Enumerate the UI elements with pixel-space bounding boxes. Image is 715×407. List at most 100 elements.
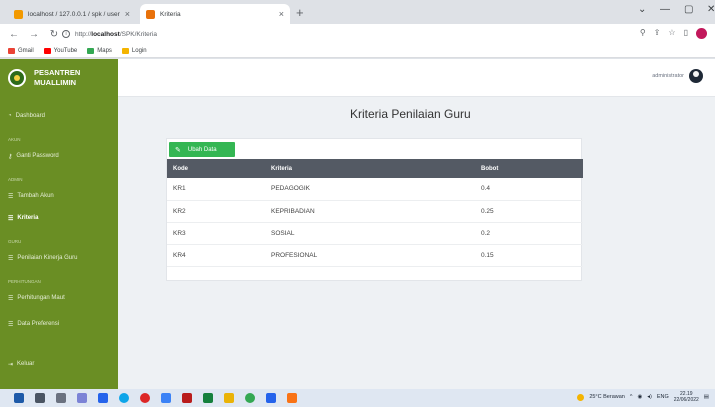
volume-icon[interactable]: ◂) (647, 394, 652, 400)
bookmark-youtube[interactable]: YouTube (43, 47, 77, 54)
system-tray: 25°C Berawan ^ ◉ ◂) ENG 22.19 22/06/2022… (577, 391, 709, 403)
bookmark-maps[interactable]: Maps (87, 47, 112, 54)
weather-icon (577, 393, 585, 401)
tab-title: localhost / 127.0.0.1 / spk / user (28, 10, 120, 18)
sidebar: PESANTREN MUALLIMIN ◔ Dashboard AKUN ⚷ G… (0, 59, 118, 389)
phpmyadmin-icon (14, 9, 23, 19)
language-indicator[interactable]: ENG (657, 394, 669, 400)
sidebar-item-dashboard[interactable]: ◔ Dashboard (0, 105, 118, 127)
sidebar-section-admin: ADMIN (8, 176, 23, 182)
cell-kriteria: PEDAGOGIK (265, 178, 475, 201)
main-content: Kriteria Penilaian Guru ✎ Ubah Data Kode… (118, 97, 715, 389)
cell-kode: KR4 (167, 244, 265, 267)
zoom-icon[interactable]: ⚲ (640, 28, 646, 39)
list-icon: ☰ (8, 193, 14, 200)
bookmark-star-icon[interactable]: ☆ (668, 28, 675, 39)
tab-search-icon[interactable]: ⌄ (638, 4, 646, 15)
minimize-icon[interactable]: — (660, 4, 670, 15)
browser-toolbar: ← → ↻ i http://localhost/SPK/Kriteria ⚲ … (0, 24, 715, 44)
chevron-up-icon[interactable]: ^ (630, 394, 633, 400)
cell-kode: KR1 (167, 178, 265, 201)
bookmark-label: Maps (97, 47, 112, 54)
edit-icon: ✎ (175, 146, 181, 154)
share-icon[interactable]: ⇪ (654, 28, 661, 39)
network-icon[interactable]: ◉ (637, 394, 642, 400)
chrome-icon[interactable] (245, 393, 255, 403)
sidebar-item-label: Keluar (17, 361, 35, 367)
weather-text[interactable]: 25°C Berawan (589, 394, 625, 400)
sidebar-item-label: Perhitungan Maut (17, 295, 65, 301)
tab-title: Kriteria (160, 10, 181, 18)
sidebar-item-tambah-akun[interactable]: ☰ Tambah Akun (0, 185, 118, 207)
sidebar-item-label: Penilaian Kinerja Guru (17, 255, 78, 261)
top-header: administrator (118, 59, 715, 97)
windows-taskbar: 25°C Berawan ^ ◉ ◂) ENG 22.19 22/06/2022… (0, 389, 715, 407)
user-menu[interactable]: administrator (652, 69, 703, 83)
url-protocol: http:// (75, 30, 92, 38)
sidebar-item-label: Kriteria (17, 215, 39, 221)
file-explorer-icon[interactable] (98, 393, 108, 403)
close-window-icon[interactable]: ✕ (707, 4, 715, 15)
column-header-kriteria: Kriteria (265, 159, 475, 178)
folder-icon[interactable] (224, 393, 234, 403)
column-header-bobot: Bobot (475, 159, 583, 178)
sidebar-item-data-preferensi[interactable]: ☰ Data Preferensi (0, 313, 118, 335)
sidebar-section-akun: AKUN (8, 136, 21, 142)
cell-bobot: 0.2 (475, 222, 583, 245)
sidebar-item-ganti-password[interactable]: ⚷ Ganti Password (0, 145, 118, 167)
chat-icon[interactable] (77, 393, 87, 403)
sidebar-item-label: Dashboard (15, 113, 45, 119)
address-bar[interactable]: i http://localhost/SPK/Kriteria (62, 27, 622, 41)
list-icon: ☰ (8, 255, 14, 262)
maximize-icon[interactable]: ▢ (684, 4, 693, 15)
cell-bobot: 0.15 (475, 244, 583, 267)
tab-phpmyadmin[interactable]: localhost / 127.0.0.1 / spk / user × (8, 4, 136, 24)
task-view-icon[interactable] (35, 393, 45, 403)
bookmark-gmail[interactable]: Gmail (8, 47, 34, 54)
url-host: localhost (91, 30, 120, 38)
url-path: /SPK/Kriteria (119, 30, 158, 38)
sidebar-section-perhitungan: PERHITUNGAN (8, 278, 41, 284)
sidebar-item-kriteria[interactable]: ☰ Kriteria (0, 207, 118, 229)
excel-icon[interactable] (203, 393, 213, 403)
cell-kode: KR2 (167, 200, 265, 223)
info-icon[interactable]: i (62, 30, 70, 38)
profile-avatar[interactable] (696, 28, 707, 39)
widgets-icon[interactable] (56, 393, 66, 403)
clock-date: 22/06/2022 (673, 397, 699, 403)
bookmark-login[interactable]: Login (121, 47, 147, 54)
logout-icon: ⇥ (8, 361, 14, 368)
bookmarks-bar: Gmail YouTube Maps Login (0, 44, 715, 58)
sidebar-item-keluar[interactable]: ⇥ Keluar (0, 353, 118, 375)
cell-kriteria: SOSIAL (265, 222, 475, 245)
notification-icon[interactable]: ▤ (704, 394, 709, 400)
close-icon[interactable]: × (125, 9, 130, 19)
gmail-icon (8, 47, 15, 54)
windows-start-icon[interactable] (14, 393, 24, 403)
edit-data-button[interactable]: ✎ Ubah Data (169, 142, 235, 157)
clock[interactable]: 22.19 22/06/2022 (674, 391, 699, 403)
sidebar-item-penilaian[interactable]: ☰ Penilaian Kinerja Guru (0, 247, 118, 269)
store-icon[interactable] (161, 393, 171, 403)
sidebar-item-perhitungan-maut[interactable]: ☰ Perhitungan Maut (0, 287, 118, 309)
edge-icon[interactable] (119, 393, 129, 403)
tab-kriteria[interactable]: Kriteria × (140, 4, 290, 24)
close-icon[interactable]: × (279, 9, 284, 19)
xampp-icon[interactable] (287, 393, 297, 403)
back-icon[interactable]: ← (8, 29, 20, 40)
table-row: KR4 PROFESIONAL 0.15 (167, 244, 583, 267)
bookmark-label: Gmail (18, 47, 34, 54)
word-icon[interactable] (266, 393, 276, 403)
reload-icon[interactable]: ↻ (48, 29, 60, 40)
new-tab-icon[interactable]: + (296, 5, 304, 20)
table-header-row: Kode Kriteria Bobot (167, 159, 583, 178)
mail-icon[interactable] (182, 393, 192, 403)
maps-icon (87, 47, 95, 54)
maps-pin-icon[interactable] (140, 393, 150, 403)
brand-line2: MUALLIMIN (34, 78, 77, 87)
forward-icon[interactable]: → (28, 29, 40, 40)
column-header-kode: Kode (167, 159, 265, 178)
brand-line1: PESANTREN (34, 68, 81, 77)
side-panel-icon[interactable]: ▯ (684, 28, 688, 39)
brand[interactable]: PESANTREN MUALLIMIN (0, 59, 118, 97)
